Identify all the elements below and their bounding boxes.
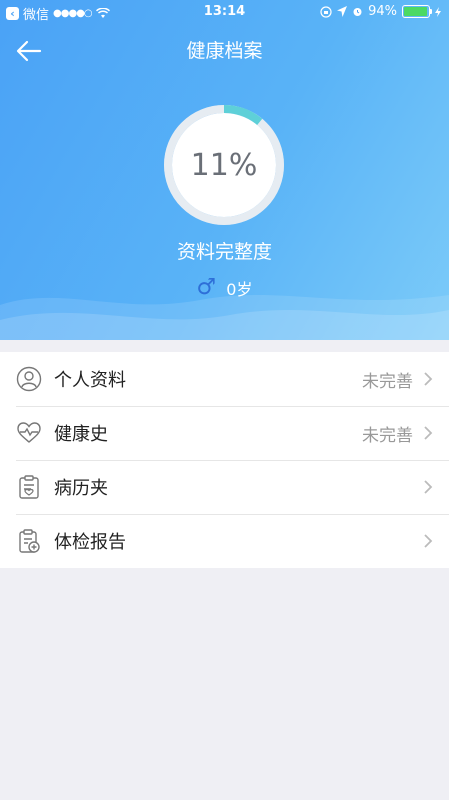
- menu-item-personal-info[interactable]: 个人资料 未完善: [0, 352, 449, 406]
- battery-icon: [402, 5, 432, 18]
- clipboard-icon: [19, 475, 39, 499]
- alarm-icon: [353, 8, 362, 16]
- status-bar: ‹ 微信 ●●●●○ 13:14 94%: [0, 0, 449, 24]
- menu-item-status: 未完善: [362, 425, 413, 446]
- menu-item-checkup-report[interactable]: 体检报告: [0, 514, 449, 568]
- gender-age: ♂ 0岁: [0, 276, 449, 300]
- report-add-icon: [19, 529, 40, 553]
- heart-pulse-icon: [17, 422, 41, 443]
- chevron-right-icon: [424, 426, 433, 440]
- person-icon: [16, 366, 42, 392]
- lock-rotation-icon: [320, 5, 332, 18]
- menu-list: 个人资料 未完善 健康史 未完善 病历夹 体检报告: [0, 352, 449, 568]
- menu-item-label: 体检报告: [54, 532, 126, 553]
- profile-header: ‹ 微信 ●●●●○ 13:14 94% 健康档案 11% 资料完整度 ♂ 0岁: [0, 0, 449, 340]
- completeness-label: 资料完整度: [176, 241, 272, 263]
- charging-icon: [435, 6, 441, 17]
- menu-item-status: 未完善: [362, 371, 413, 392]
- age-label: 0岁: [226, 280, 253, 299]
- completeness-percent: 11%: [190, 147, 258, 183]
- chevron-right-icon: [424, 534, 433, 548]
- navigation-bar: 健康档案: [0, 24, 449, 76]
- male-icon: ♂: [196, 275, 217, 300]
- menu-item-medical-records[interactable]: 病历夹: [0, 460, 449, 514]
- menu-item-label: 病历夹: [54, 478, 108, 499]
- chevron-right-icon: [424, 480, 433, 494]
- menu-item-health-history[interactable]: 健康史 未完善: [0, 406, 449, 460]
- page-title: 健康档案: [186, 40, 263, 62]
- chevron-right-icon: [424, 372, 433, 386]
- menu-item-label: 健康史: [54, 424, 108, 445]
- battery-percent: 94%: [368, 4, 397, 19]
- menu-item-label: 个人资料: [54, 370, 126, 391]
- location-icon: [337, 6, 348, 17]
